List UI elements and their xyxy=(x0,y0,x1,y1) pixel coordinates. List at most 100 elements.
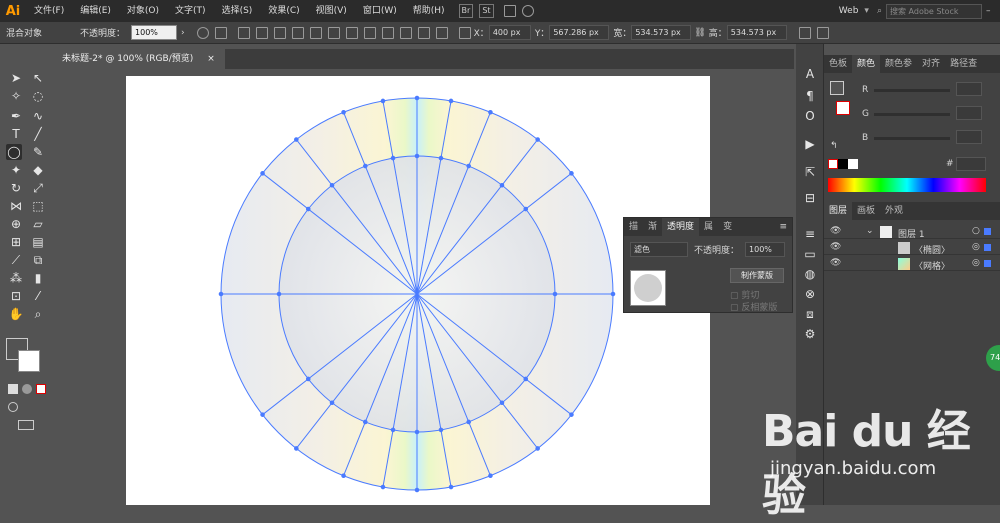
mesh-anchor-point[interactable] xyxy=(523,376,529,382)
align-panel-icon[interactable]: ⊟ xyxy=(802,190,818,206)
layer-name[interactable]: 〈网格〉 xyxy=(914,259,950,272)
tab-color-guide[interactable]: 颜色参 xyxy=(880,55,917,73)
free-transform-tool-icon[interactable]: ⬚ xyxy=(30,198,46,214)
target-icon[interactable]: ○ xyxy=(972,226,980,236)
mesh-anchor-point[interactable] xyxy=(466,163,471,169)
symbols-panel-icon[interactable]: ⚙ xyxy=(802,326,818,342)
mesh-anchor-point[interactable] xyxy=(448,98,454,104)
gradient-mode-icon[interactable] xyxy=(22,384,32,394)
mask-thumbnail[interactable] xyxy=(630,270,666,306)
tab-appearance[interactable]: 外观 xyxy=(880,202,908,220)
mesh-anchor-point[interactable] xyxy=(218,291,224,297)
stock-button[interactable]: St xyxy=(479,4,494,18)
tab-pathfinder[interactable]: 路径查 xyxy=(945,55,982,73)
zoom-tool-icon[interactable]: ⌕ xyxy=(30,306,46,322)
layer-name[interactable]: 〈椭圆〉 xyxy=(914,243,950,256)
lasso-tool-icon[interactable]: ◌ xyxy=(30,88,46,104)
chevron-down-icon[interactable]: ⌄ xyxy=(866,226,874,236)
r-input[interactable] xyxy=(956,82,982,96)
layer-row[interactable]: 👁 ⌄ 图层 1 ○ xyxy=(824,225,1000,240)
tab-align[interactable]: 对齐 xyxy=(917,55,945,73)
tab-stroke[interactable]: 描 xyxy=(624,218,643,236)
chevron-right-icon[interactable]: › xyxy=(177,28,189,38)
color-spectrum[interactable] xyxy=(828,178,986,192)
hand-tool-icon[interactable]: ✋ xyxy=(8,306,24,322)
reference-point-icon[interactable] xyxy=(458,26,471,39)
g-input[interactable] xyxy=(956,106,982,120)
isolate-icon[interactable] xyxy=(798,26,811,39)
export-panel-icon[interactable]: ⇱ xyxy=(802,164,818,180)
gradient-tool-icon[interactable]: ▤ xyxy=(30,234,46,250)
mesh-anchor-point[interactable] xyxy=(260,171,265,176)
menu-effect[interactable]: 效果(C) xyxy=(260,0,307,22)
mesh-anchor-point[interactable] xyxy=(363,419,368,425)
mesh-anchor-point[interactable] xyxy=(488,109,493,115)
pen-tool-icon[interactable]: ✒ xyxy=(8,108,24,124)
distribute-right-icon[interactable] xyxy=(435,26,448,39)
align-right-icon[interactable] xyxy=(273,26,286,39)
link-icon[interactable]: ⛓ xyxy=(691,28,708,38)
distribute-left-icon[interactable] xyxy=(399,26,412,39)
eye-icon[interactable]: 👁 xyxy=(830,258,841,268)
actions-panel-icon[interactable]: ▶ xyxy=(802,136,818,152)
mesh-anchor-point[interactable] xyxy=(294,446,299,451)
menu-type[interactable]: 文字(T) xyxy=(167,0,214,22)
distribute-center-icon[interactable] xyxy=(417,26,430,39)
color-mode-icon[interactable] xyxy=(8,384,18,394)
menu-help[interactable]: 帮助(H) xyxy=(405,0,453,22)
none-swatch-icon[interactable] xyxy=(36,384,46,394)
mesh-anchor-point[interactable] xyxy=(523,206,529,212)
out-of-gamut-icon[interactable]: ↰ xyxy=(830,141,838,151)
menu-select[interactable]: 选择(S) xyxy=(214,0,261,22)
invert-mask-checkbox[interactable]: ▢ 反相蒙版 xyxy=(730,300,777,313)
tab-transform[interactable]: 变 xyxy=(718,218,737,236)
ellipse-tool-icon[interactable]: ◯ xyxy=(6,144,22,160)
opacity-input-2[interactable]: 100% xyxy=(745,242,786,257)
tab-attributes[interactable]: 属 xyxy=(699,218,718,236)
mesh-anchor-point[interactable] xyxy=(535,137,540,142)
tab-transparency[interactable]: 透明度 xyxy=(662,218,700,236)
mesh-tool-icon[interactable]: ⊞ xyxy=(8,234,24,250)
align-left-icon[interactable] xyxy=(237,26,250,39)
mesh-anchor-point[interactable] xyxy=(305,206,311,212)
slice-tool-icon[interactable]: ⁄ xyxy=(30,288,46,304)
blend-tool-icon[interactable]: ⧉ xyxy=(30,252,46,268)
tab-gradient[interactable]: 渐 xyxy=(643,218,662,236)
mesh-anchor-point[interactable] xyxy=(488,473,493,479)
stock-search-input[interactable]: 搜索 Adobe Stock xyxy=(886,3,982,19)
mesh-anchor-point[interactable] xyxy=(569,412,574,417)
eraser-tool-icon[interactable]: ◆ xyxy=(30,162,46,178)
opacity-input[interactable]: 100% xyxy=(131,25,178,40)
mesh-anchor-point[interactable] xyxy=(341,473,346,479)
workspace-switcher[interactable]: Web xyxy=(833,6,865,16)
minimize-icon[interactable]: – xyxy=(986,6,1000,16)
transparency-panel-icon[interactable]: ◍ xyxy=(802,266,818,282)
panel-menu-icon[interactable]: ≡ xyxy=(774,218,792,236)
document-tab[interactable]: 未标题-2* @ 100% (RGB/预览) × xyxy=(52,49,225,69)
chevron-down-icon[interactable]: ▾ xyxy=(864,6,869,16)
graphic-styles-panel-icon[interactable]: ⧈ xyxy=(802,306,818,322)
paintbrush-tool-icon[interactable]: ✎ xyxy=(30,144,46,160)
eye-icon[interactable]: 👁 xyxy=(830,226,841,236)
shaper-tool-icon[interactable]: ✦ xyxy=(8,162,24,178)
layer-row[interactable]: 👁 〈椭圆〉 ◎ xyxy=(824,241,1000,256)
layer-row[interactable]: 👁 〈网格〉 ◎ xyxy=(824,257,1000,272)
stroke-swatch[interactable] xyxy=(18,350,40,372)
scale-tool-icon[interactable]: ⤢ xyxy=(30,180,46,196)
paragraph-panel-icon[interactable]: ¶ xyxy=(802,88,818,104)
rotate-tool-icon[interactable]: ↻ xyxy=(8,180,24,196)
type-tool-icon[interactable]: T xyxy=(8,126,24,142)
mesh-anchor-point[interactable] xyxy=(380,484,386,490)
none-color-icon[interactable] xyxy=(828,159,838,169)
mesh-anchor-point[interactable] xyxy=(390,427,396,433)
mesh-anchor-point[interactable] xyxy=(438,155,444,161)
width-tool-icon[interactable]: ⋈ xyxy=(8,198,24,214)
curvature-tool-icon[interactable]: ∿ xyxy=(30,108,46,124)
character-panel-icon[interactable]: A xyxy=(802,66,818,82)
menu-edit[interactable]: 编辑(E) xyxy=(72,0,119,22)
b-input[interactable] xyxy=(956,130,982,144)
close-icon[interactable]: × xyxy=(207,49,215,69)
gradient-panel-icon[interactable]: ▭ xyxy=(802,246,818,262)
mesh-anchor-point[interactable] xyxy=(438,427,444,433)
mesh-anchor-point[interactable] xyxy=(341,109,346,115)
